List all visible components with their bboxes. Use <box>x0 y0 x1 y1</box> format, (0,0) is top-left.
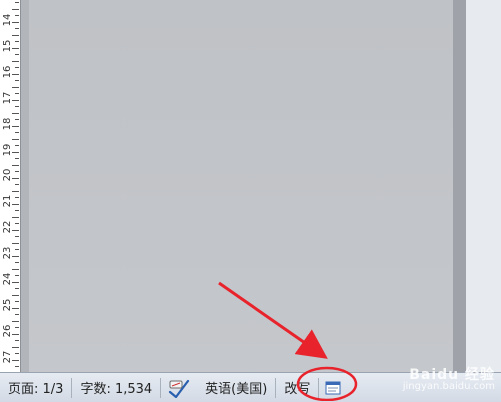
right-pane <box>466 0 501 372</box>
ruler-tick <box>12 177 19 179</box>
ruler-tick <box>12 307 19 309</box>
ruler-tick <box>15 197 19 198</box>
ruler-tick <box>12 242 19 244</box>
ruler-tick <box>15 275 19 276</box>
vertical-scrollbar-gutter[interactable] <box>453 0 466 372</box>
ruler-tick <box>12 112 19 114</box>
ruler-number: 27 <box>2 350 13 364</box>
ruler-number: 22 <box>2 220 13 234</box>
ruler-tick <box>15 15 19 16</box>
ruler-tick <box>12 190 19 192</box>
page-number-text: 页面: 1/3 <box>8 382 64 397</box>
watermark: Baidu 经验 jingyan.baidu.com <box>402 367 495 393</box>
ruler-number: 26 <box>2 324 13 338</box>
ruler-tick <box>12 47 19 49</box>
word-count-indicator[interactable]: 字数: 1,534 <box>72 373 160 402</box>
document-workspace[interactable] <box>29 0 453 372</box>
overtype-mode-text: 改写 <box>284 382 311 397</box>
ruler-tick <box>12 34 19 36</box>
ruler-tick <box>12 164 19 166</box>
ruler-tick <box>12 281 19 283</box>
watermark-brand: Baidu 经验 <box>409 367 495 383</box>
ruler-tick <box>15 2 19 3</box>
ruler-tick <box>12 151 19 153</box>
language-indicator[interactable]: 英语(美国) <box>197 373 275 402</box>
ruler-tick <box>15 340 19 341</box>
ruler-tick <box>15 210 19 211</box>
ruler-tick <box>15 106 19 107</box>
page-number-indicator[interactable]: 页面: 1/3 <box>0 373 71 402</box>
ruler-tick <box>12 8 19 10</box>
ruler-tick <box>15 80 19 81</box>
print-layout-view-icon[interactable] <box>319 373 347 402</box>
ruler-number: 24 <box>2 272 13 286</box>
ruler-tick <box>15 54 19 55</box>
ruler-tick <box>12 216 19 218</box>
vertical-ruler[interactable]: 14 15 16 17 18 19 20 21 22 23 24 25 26 27 <box>0 0 21 372</box>
language-text: 英语(美国) <box>205 382 268 397</box>
overtype-mode-button[interactable]: 改写 <box>276 373 318 402</box>
ruler-number: 15 <box>2 39 13 53</box>
ruler-tick <box>12 60 19 62</box>
ruler-number: 16 <box>2 65 13 79</box>
ruler-tick <box>15 184 19 185</box>
ruler-tick <box>12 359 19 361</box>
ruler-number: 17 <box>2 91 13 105</box>
page-edge-strip <box>21 0 29 372</box>
ruler-tick <box>12 203 19 205</box>
ruler-number: 14 <box>2 13 13 27</box>
ruler-number: 25 <box>2 298 13 312</box>
ruler-tick <box>12 320 19 322</box>
ruler-tick <box>15 223 19 224</box>
ruler-tick <box>15 262 19 263</box>
ruler-tick <box>15 93 19 94</box>
ruler-tick <box>12 21 19 23</box>
ruler-tick <box>15 158 19 159</box>
ruler-tick <box>15 327 19 328</box>
ruler-tick <box>15 249 19 250</box>
ruler-tick <box>15 41 19 42</box>
ruler-tick <box>12 229 19 231</box>
ruler-tick <box>15 301 19 302</box>
ruler-tick <box>12 346 19 348</box>
ruler-tick <box>12 99 19 101</box>
ruler-tick <box>15 366 19 367</box>
ruler-tick <box>12 333 19 335</box>
word-count-text: 字数: 1,534 <box>80 382 153 397</box>
ruler-tick <box>15 28 19 29</box>
ruler-tick <box>12 73 19 75</box>
ruler-tick <box>12 138 19 140</box>
ruler-tick <box>15 67 19 68</box>
ruler-number: 18 <box>2 117 13 130</box>
ruler-tick <box>15 119 19 120</box>
ruler-tick <box>12 86 19 88</box>
ruler-number: 20 <box>2 169 13 182</box>
ruler-tick <box>15 145 19 146</box>
ruler-number: 23 <box>2 246 13 260</box>
ruler-tick <box>12 294 19 296</box>
watermark-url: jingyan.baidu.com <box>402 381 495 392</box>
spell-check-icon[interactable] <box>161 373 197 402</box>
ruler-tick <box>15 288 19 289</box>
ruler-tick <box>12 255 19 257</box>
ruler-tick <box>12 125 19 127</box>
ruler-tick <box>15 132 19 133</box>
ruler-number: 19 <box>2 143 13 156</box>
ruler-tick <box>15 171 19 172</box>
ruler-tick <box>15 353 19 354</box>
ruler-tick <box>12 268 19 270</box>
ruler-number: 21 <box>2 194 13 208</box>
ruler-tick <box>15 236 19 237</box>
ruler-tick <box>15 314 19 315</box>
